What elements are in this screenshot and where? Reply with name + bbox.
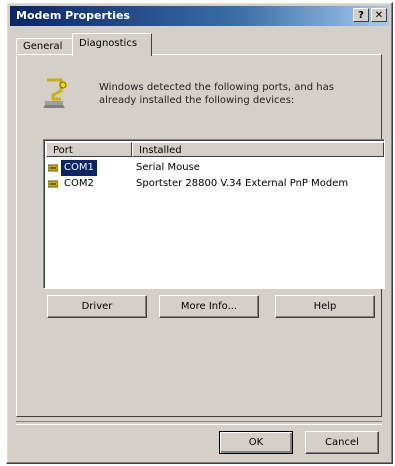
more-info-button[interactable]: More Info... <box>159 295 259 318</box>
driver-button[interactable]: Driver <box>47 295 147 318</box>
modem-info-icon <box>43 78 67 108</box>
ports-listview[interactable]: Port Installed COM1 Serial Mouse COM2 Sp… <box>43 139 385 289</box>
diagnostics-panel: Windows detected the following ports, an… <box>16 54 385 417</box>
port-label: COM2 <box>64 178 94 189</box>
window-title: Modem Properties <box>16 9 130 22</box>
listview-header: Port Installed <box>46 142 384 158</box>
cancel-button[interactable]: Cancel <box>305 431 379 454</box>
help-button[interactable]: Help <box>275 295 375 318</box>
port-label: COM1 <box>60 159 98 177</box>
column-header-port[interactable]: Port <box>46 142 132 157</box>
tab-diagnostics[interactable]: Diagnostics <box>72 33 152 56</box>
ok-button[interactable]: OK <box>219 431 293 454</box>
installed-device: Serial Mouse <box>136 162 200 173</box>
com-port-icon <box>48 180 58 188</box>
installed-device: Sportster 28800 V.34 External PnP Modem <box>136 178 349 189</box>
footer-separator <box>16 421 382 425</box>
title-bar[interactable]: Modem Properties ? ✕ <box>10 6 389 26</box>
column-header-installed[interactable]: Installed <box>132 142 384 157</box>
com-port-icon <box>48 164 58 172</box>
tab-general[interactable]: General <box>16 38 78 55</box>
modem-properties-window: Modem Properties ? ✕ General Diagnostics… <box>6 2 393 464</box>
info-text: Windows detected the following ports, an… <box>99 82 334 106</box>
close-title-button[interactable]: ✕ <box>371 8 387 22</box>
help-title-button[interactable]: ? <box>353 8 369 22</box>
